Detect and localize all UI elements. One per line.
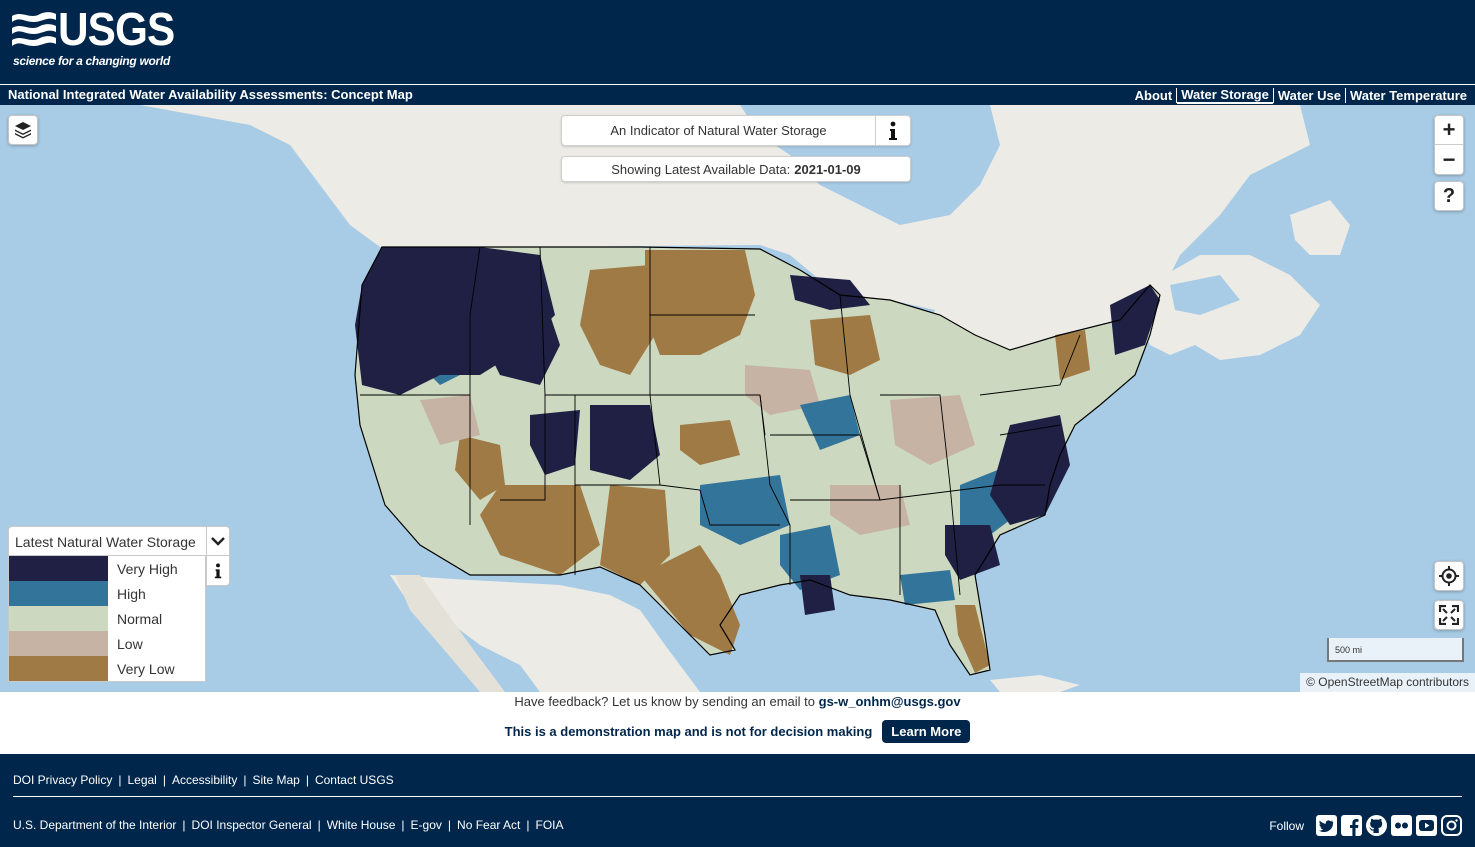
legend: Latest Natural Water Storage Very High H… xyxy=(8,526,230,682)
fullscreen-button[interactable] xyxy=(1434,600,1464,630)
youtube-icon[interactable] xyxy=(1416,815,1437,836)
feedback-text: Have feedback? Let us know by sending an… xyxy=(514,694,816,709)
newfoundland-landmass xyxy=(1290,200,1350,255)
footer-divider xyxy=(13,796,1462,797)
legend-label: Very Low xyxy=(117,660,175,677)
usgs-logo[interactable]: USGS science for a changing world xyxy=(12,3,182,72)
legend-label: Very High xyxy=(117,560,178,577)
footer-link-legal[interactable]: Legal xyxy=(127,773,156,787)
flickr-icon[interactable] xyxy=(1391,815,1412,836)
legend-swatch xyxy=(9,556,108,581)
indicator-title: An Indicator of Natural Water Storage xyxy=(610,123,827,138)
locate-icon xyxy=(1439,566,1459,586)
footer-links-bottom: U.S. Department of the Interior | DOI Ins… xyxy=(13,818,564,832)
footer-link-white-house[interactable]: White House xyxy=(327,818,396,832)
indicator-panel: An Indicator of Natural Water Storage xyxy=(561,115,911,146)
nav-water-use-link[interactable]: Water Use xyxy=(1274,88,1345,103)
legend-title: Latest Natural Water Storage xyxy=(8,526,206,556)
legend-item: High xyxy=(9,581,205,606)
layers-button[interactable] xyxy=(8,115,38,145)
demo-notice: This is a demonstration map and is not f… xyxy=(0,720,1475,743)
legend-swatch xyxy=(9,631,108,656)
twitter-icon[interactable] xyxy=(1316,815,1337,836)
footer-link-site-map[interactable]: Site Map xyxy=(252,773,299,787)
legend-label: Normal xyxy=(117,610,163,627)
usgs-tagline: science for a changing world xyxy=(13,54,170,68)
nav-bar: National Integrated Water Availability A… xyxy=(0,84,1475,105)
zoom-out-button[interactable]: − xyxy=(1435,145,1463,174)
info-icon xyxy=(889,121,897,140)
nav-about-link[interactable]: About xyxy=(1131,88,1177,103)
footer-link-doi[interactable]: U.S. Department of the Interior xyxy=(13,818,176,832)
legend-item: Very High xyxy=(9,556,205,581)
nav-links: About Water Storage Water Use Water Temp… xyxy=(1131,87,1471,104)
chevron-down-icon xyxy=(211,537,225,546)
legend-collapse-button[interactable] xyxy=(206,526,230,556)
legend-label: High xyxy=(117,585,146,602)
footer-link-privacy[interactable]: DOI Privacy Policy xyxy=(13,773,112,787)
footer-link-foia[interactable]: FOIA xyxy=(536,818,564,832)
map-view[interactable]: An Indicator of Natural Water Storage Sh… xyxy=(0,105,1475,692)
locate-button[interactable] xyxy=(1434,561,1464,591)
footer-link-inspector-general[interactable]: DOI Inspector General xyxy=(192,818,312,832)
zoom-in-button[interactable]: + xyxy=(1435,116,1463,145)
nav-water-storage-link[interactable]: Water Storage xyxy=(1177,87,1273,104)
date-prefix: Showing Latest Available Data: xyxy=(611,161,791,177)
map-attribution[interactable]: © OpenStreetMap contributors xyxy=(1300,673,1475,692)
legend-swatch xyxy=(9,581,108,606)
instagram-icon[interactable] xyxy=(1441,815,1462,836)
footer-link-accessibility[interactable]: Accessibility xyxy=(172,773,237,787)
zoom-controls: + − xyxy=(1434,115,1464,175)
feedback-message: Have feedback? Let us know by sending an… xyxy=(0,692,1475,709)
follow-label: Follow xyxy=(1269,818,1304,833)
site-title: National Integrated Water Availability A… xyxy=(8,87,413,102)
legend-item: Low xyxy=(9,631,205,656)
site-header: USGS science for a changing world xyxy=(0,0,1475,84)
fullscreen-icon xyxy=(1439,605,1459,625)
footer-link-no-fear-act[interactable]: No Fear Act xyxy=(457,818,520,832)
social-follow: Follow xyxy=(1269,815,1462,836)
usgs-wave-icon xyxy=(12,12,56,46)
footer-link-contact[interactable]: Contact USGS xyxy=(315,773,394,787)
date-value: 2021-01-09 xyxy=(794,161,861,177)
indicator-info-button[interactable] xyxy=(875,116,910,145)
info-icon xyxy=(214,562,222,578)
facebook-icon[interactable] xyxy=(1341,815,1362,836)
legend-item: Very Low xyxy=(9,656,205,681)
layers-icon xyxy=(15,122,31,139)
legend-items: Very High High Normal Low Very Low xyxy=(8,556,206,682)
legend-swatch xyxy=(9,606,108,631)
storage-high-gulf xyxy=(900,570,955,605)
demo-notice-text: This is a demonstration map and is not f… xyxy=(504,724,873,739)
legend-info-button[interactable] xyxy=(206,556,230,586)
scale-bar: 500 mi xyxy=(1327,638,1464,662)
learn-more-button[interactable]: Learn More xyxy=(882,720,971,743)
site-footer: DOI Privacy Policy | Legal | Accessibility… xyxy=(0,754,1475,847)
legend-label: Low xyxy=(117,635,143,652)
legend-swatch xyxy=(9,656,108,681)
footer-links-top: DOI Privacy Policy | Legal | Accessibility… xyxy=(13,773,394,787)
cuba-landmass xyxy=(990,675,1080,692)
github-icon[interactable] xyxy=(1366,815,1387,836)
legend-item: Normal xyxy=(9,606,205,631)
latest-data-date: Showing Latest Available Data: 2021-01-0… xyxy=(561,156,911,182)
help-button[interactable]: ? xyxy=(1434,181,1464,211)
footer-link-egov[interactable]: E-gov xyxy=(411,818,442,832)
usgs-wordmark: USGS xyxy=(58,3,175,55)
feedback-email-link[interactable]: gs-w_onhm@usgs.gov xyxy=(819,694,961,709)
nav-water-temperature-link[interactable]: Water Temperature xyxy=(1346,88,1471,103)
